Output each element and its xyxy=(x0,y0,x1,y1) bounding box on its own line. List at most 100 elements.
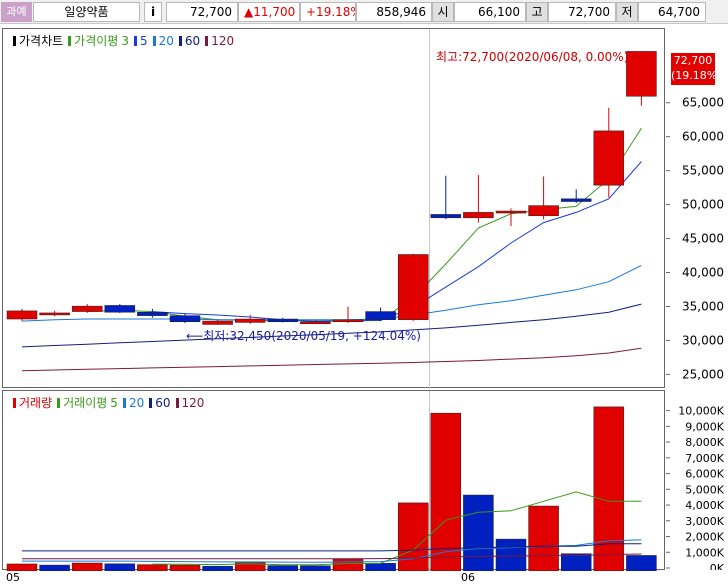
volume-bar xyxy=(495,538,527,572)
price-ma-60: 60 xyxy=(184,33,201,48)
volume-bar xyxy=(104,563,136,572)
high-label: 고 xyxy=(526,2,548,22)
legend-marker xyxy=(57,397,61,408)
open-price: 66,100 xyxy=(454,2,526,22)
volume-tick-label: 10,000K xyxy=(678,405,724,418)
candle-body xyxy=(495,210,527,214)
volume-bar xyxy=(593,406,625,572)
legend-marker xyxy=(175,397,179,408)
price-tick-label: 55,000 xyxy=(682,164,724,178)
candle-body xyxy=(137,311,168,316)
legend-marker xyxy=(133,35,137,46)
volume-bar xyxy=(137,564,168,572)
price-tick-label: 40,000 xyxy=(682,266,724,280)
current-price: 72,700 xyxy=(166,2,238,22)
candle-body xyxy=(169,315,201,323)
candle-body xyxy=(365,311,396,320)
volume-bar xyxy=(6,563,38,572)
volume-bar xyxy=(560,553,592,572)
volume-bar xyxy=(397,502,429,572)
candle-body xyxy=(267,318,299,323)
volume-tick-label: 8,000K xyxy=(685,436,724,449)
volume-y-axis: 0K 1,000K 2,000K 3,000K 4,000K 5,000K 6,000K 7,… xyxy=(666,405,725,570)
volume-ma-5: 5 xyxy=(110,395,118,410)
candle-body xyxy=(202,320,233,325)
volume-bar xyxy=(39,564,70,572)
volume-bar xyxy=(365,563,396,572)
price-tick-label: 50,000 xyxy=(682,198,724,212)
high-price: 72,700 xyxy=(548,2,616,22)
price-tick-label: 65,000 xyxy=(682,96,724,110)
volume-legend: 거래량 거래이평 5 20 60 120 xyxy=(11,394,204,411)
x-label-may: 05 xyxy=(6,571,20,584)
open-label: 시 xyxy=(432,2,454,22)
trade-volume: 858,946 xyxy=(356,2,432,22)
volume-tick-label: 9,000K xyxy=(685,420,724,433)
volume-bar xyxy=(202,565,233,572)
volume-tick-label: 7,000K xyxy=(685,452,724,465)
price-ma-line xyxy=(21,347,642,372)
info-button[interactable]: i xyxy=(144,2,162,22)
volume-tick-label: 2,000K xyxy=(685,531,724,544)
candle-body xyxy=(560,198,592,202)
price-ma-line xyxy=(21,264,642,322)
volume-legend-title: 거래량 xyxy=(19,396,53,410)
volume-ma-120: 120 xyxy=(181,395,205,410)
candle-body xyxy=(71,305,103,312)
price-tick-label: 30,000 xyxy=(682,333,724,347)
volume-chart[interactable] xyxy=(3,391,666,572)
price-tick-label: 45,000 xyxy=(682,232,724,246)
market-badge: 과예 xyxy=(1,2,32,22)
volume-tick-label: 5,000K xyxy=(685,483,724,496)
high-annotation: 최고:72,700(2020/06/08, 0.00%)⟶ xyxy=(436,50,646,64)
volume-chart-pane[interactable]: 거래량 거래이평 5 20 60 120 xyxy=(2,390,666,572)
volume-tick-label: 1,000K xyxy=(685,546,724,559)
volume-bar xyxy=(463,494,494,572)
volume-bar xyxy=(71,562,103,572)
volume-ma-60: 60 xyxy=(155,395,171,410)
price-ma-line xyxy=(152,161,642,322)
price-ma-5: 5 xyxy=(139,33,148,48)
legend-marker xyxy=(152,35,156,46)
legend-marker xyxy=(149,397,153,408)
quote-toolbar: 과예 일양약품 i 72,700 ▲11,700 +19.18% 858,946… xyxy=(0,0,728,24)
candle-body xyxy=(104,305,136,313)
price-tick-label: 60,000 xyxy=(682,130,724,144)
volume-ma-20: 20 xyxy=(128,395,145,410)
price-change: ▲11,700 xyxy=(238,2,300,22)
legend-marker xyxy=(122,397,126,408)
candle-body xyxy=(234,318,266,323)
price-legend-title: 가격차트 xyxy=(19,34,64,48)
legend-marker xyxy=(13,397,16,408)
volume-bar xyxy=(430,412,462,572)
stock-name-field[interactable]: 일양약품 xyxy=(33,2,140,22)
price-ma-label: 가격이평 xyxy=(74,34,119,48)
candle-body xyxy=(528,205,559,217)
price-ma-120: 120 xyxy=(211,33,235,48)
candle-body xyxy=(300,321,331,325)
volume-bar xyxy=(528,505,559,572)
volume-bar xyxy=(626,555,657,572)
volume-tick-label: 6,000K xyxy=(685,468,724,481)
volume-tick-label: 4,000K xyxy=(685,499,724,512)
price-legend: 가격차트 가격이평 3 5 20 60 120 xyxy=(11,32,234,49)
volume-ma-label: 거래이평 xyxy=(63,396,108,410)
price-y-axis: 25,000 30,000 35,000 40,000 45,000 50,000 55,0… xyxy=(666,96,724,381)
volume-bar xyxy=(332,558,364,572)
legend-marker xyxy=(68,35,72,46)
price-ma-20: 20 xyxy=(158,33,174,48)
price-chart-pane[interactable]: 가격차트 가격이평 3 5 20 60 120 최고:72,700(2020/0… xyxy=(2,28,665,389)
low-price: 64,700 xyxy=(638,2,706,22)
volume-bar xyxy=(300,565,331,572)
price-tick-label: 25,000 xyxy=(682,367,724,381)
candle-body xyxy=(332,319,364,323)
candle-body xyxy=(397,254,429,320)
volume-bar xyxy=(169,564,201,572)
low-label: 저 xyxy=(616,2,638,22)
price-ma-line xyxy=(87,127,642,322)
low-annotation: ⟵최저:32,450(2020/05/19, +124.04%) xyxy=(186,329,421,343)
price-tick-label: 35,000 xyxy=(682,299,724,313)
candle-body xyxy=(463,212,494,219)
volume-tick-label: 3,000K xyxy=(685,515,724,528)
volume-tick-label: 0K xyxy=(710,562,725,570)
